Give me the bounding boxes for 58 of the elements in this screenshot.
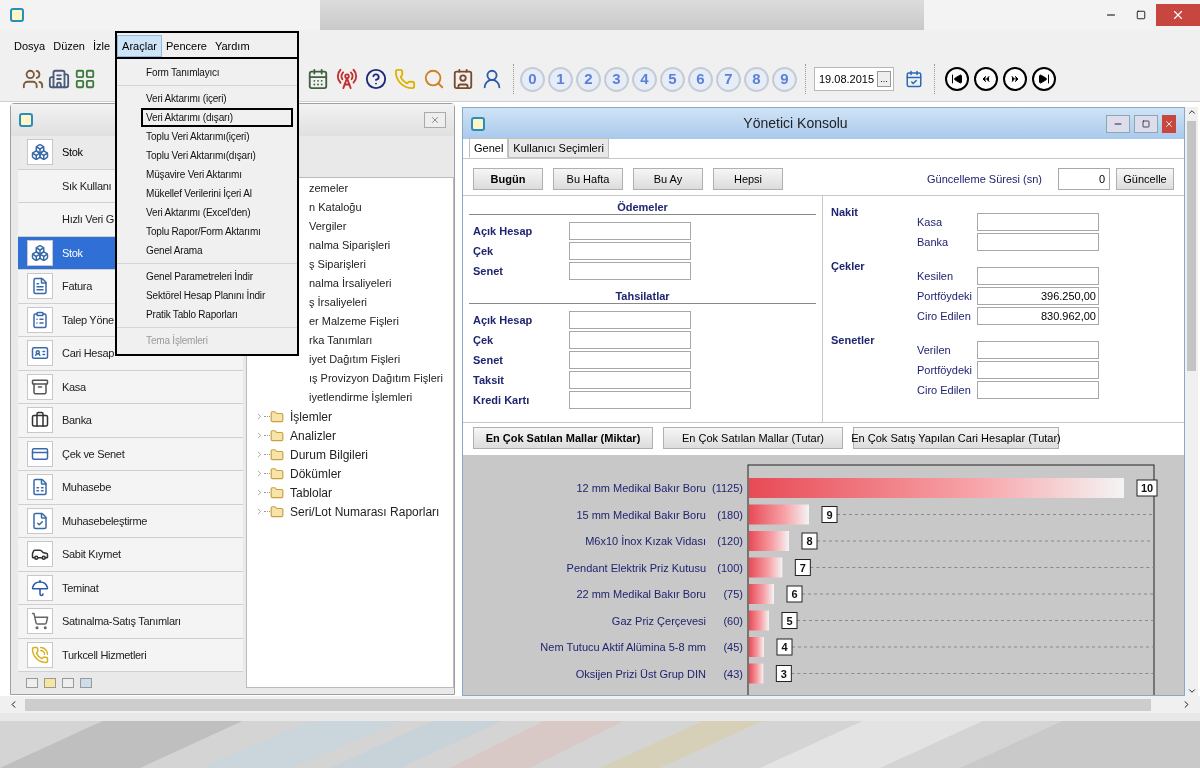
bar-value: (100) [717, 561, 743, 574]
value-label: 8 [801, 532, 818, 550]
value-label: 10 [1136, 479, 1158, 497]
field-label: Çek [473, 332, 495, 348]
field-label: Kesilen [917, 268, 955, 284]
bar-label: Oksijen Prizi Üst Grup DIN [575, 667, 706, 680]
value-label: 3 [775, 665, 792, 682]
refresh-value: 0 [1098, 171, 1105, 187]
annotation: 9 [826, 508, 833, 521]
field-label: Ciro Edilen [917, 308, 972, 324]
value-label: 9 [821, 506, 838, 523]
bar-value: (43) [723, 667, 743, 680]
field-label: Açık Hesap [473, 223, 534, 239]
value-label: 7 [794, 559, 811, 576]
field-label: Banka [917, 234, 950, 250]
bar-label: Nem Tutucu Aktif Alümina 5-8 mm [540, 641, 706, 653]
field-label: Senet [473, 352, 504, 368]
group-title: Senetler [831, 333, 876, 346]
bar-label: Gaz Priz Çerçevesi [611, 614, 706, 627]
value-label: 5 [781, 612, 798, 629]
field-label: Verilen [917, 342, 952, 358]
section-title: Ödemeler [469, 199, 816, 215]
value-label: 4 [776, 638, 793, 656]
annotation: 3 [780, 667, 787, 680]
bar-value: (180) [717, 508, 743, 521]
bar-label: Pendant Elektrik Priz Kutusu [566, 561, 706, 574]
field-value: 830.962,00 [1040, 310, 1096, 322]
field-label: Portföydeki [917, 362, 974, 378]
bar-value: (120) [717, 535, 743, 547]
group-title: Çekler [831, 259, 866, 272]
bar-label: 15 mm Medikal Bakır Boru [576, 508, 706, 521]
field-label: Kredi Kartı [473, 392, 531, 408]
annotation: 8 [806, 535, 813, 547]
refresh-label: Güncelleme Süresi (sn) [927, 171, 1042, 187]
field-label: Portföydeki [917, 288, 974, 304]
bar-value: (75) [723, 588, 743, 600]
annotation: 6 [791, 588, 798, 600]
bar-value: (1125) [712, 482, 743, 494]
bar-value: (45) [723, 641, 743, 653]
field-label: Senet [473, 263, 504, 279]
bar-label: M6x10 İnox Kızak Vidası [585, 535, 706, 547]
field-value: 396.250,00 [1040, 290, 1096, 302]
value-label: 6 [786, 585, 803, 603]
field-label: Kasa [917, 214, 944, 230]
bar-label: 12 mm Medikal Bakır Boru [576, 482, 706, 494]
bar-value: (60) [723, 614, 743, 627]
date-value: 19.08.2015 [819, 71, 875, 87]
annotation: 5 [786, 614, 793, 627]
field-label: Çek [473, 243, 495, 259]
annotation: 7 [799, 561, 806, 574]
field-label: Ciro Edilen [917, 382, 972, 398]
section-title: Tahsilatlar [469, 288, 816, 304]
window-title: Yönetici Konsolu [742, 114, 849, 133]
bar-label: 22 mm Medikal Bakır Boru [576, 588, 706, 600]
field-label: Taksit [473, 372, 505, 388]
annotation: 4 [781, 641, 789, 653]
field-label: Açık Hesap [473, 312, 534, 328]
group-title: Nakit [831, 205, 859, 218]
